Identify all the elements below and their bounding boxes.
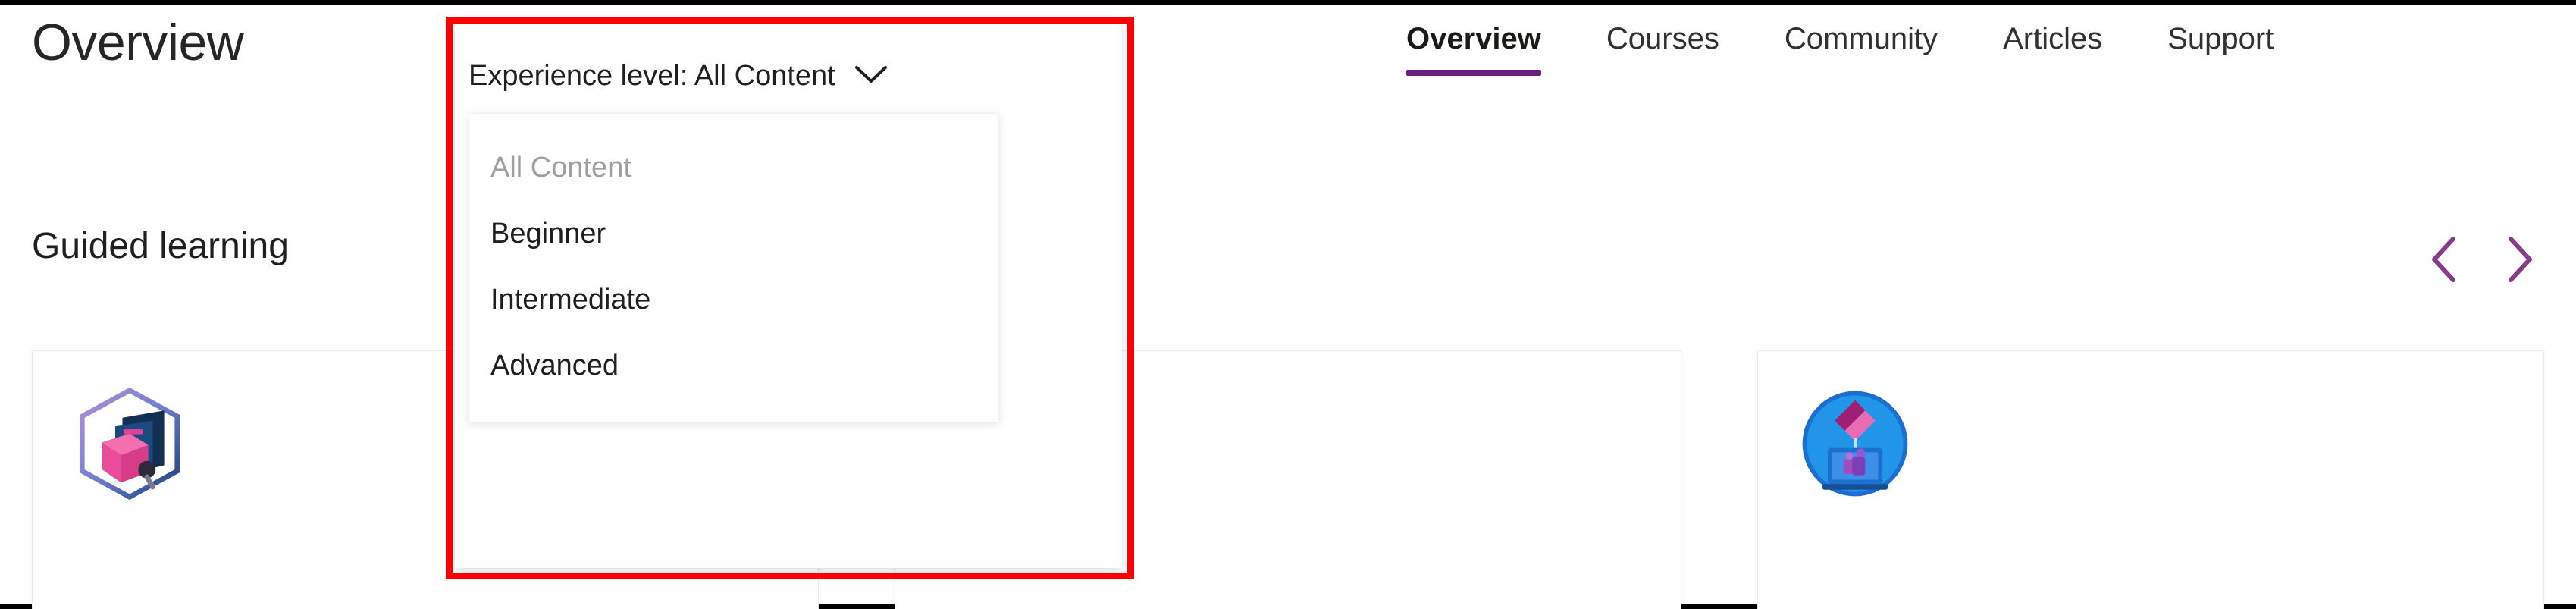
section-title-guided-learning: Guided learning: [32, 226, 289, 266]
hexagon-badge-cube-screens-icon: [72, 386, 187, 501]
experience-level-filter: Experience level: All Content All Conten…: [455, 22, 1122, 568]
carousel-prev-button[interactable]: [2417, 233, 2470, 286]
experience-level-option-intermediate[interactable]: Intermediate: [469, 267, 998, 333]
tab-support[interactable]: Support: [2167, 22, 2274, 76]
option-label: All Content: [490, 152, 631, 184]
tab-articles[interactable]: Articles: [2003, 22, 2102, 76]
tab-courses[interactable]: Courses: [1606, 22, 1719, 76]
experience-level-dropdown-button[interactable]: Experience level: All Content: [469, 60, 888, 93]
experience-level-option-all-content[interactable]: All Content: [469, 135, 998, 201]
chevron-right-icon: [2500, 233, 2538, 286]
tab-community-label: Community: [1784, 22, 1938, 55]
experience-level-dropdown-label: Experience level: All Content: [469, 60, 835, 92]
tab-overview[interactable]: Overview: [1406, 22, 1541, 76]
circle-badge-laptop-teams-icon: [1797, 386, 1913, 501]
tab-courses-label: Courses: [1606, 22, 1719, 55]
carousel-controls: [2417, 233, 2546, 286]
tab-articles-label: Articles: [2003, 22, 2103, 55]
primary-nav: Overview Courses Community Articles Supp…: [1406, 22, 2274, 76]
tab-community[interactable]: Community: [1785, 22, 1938, 76]
experience-level-option-advanced[interactable]: Advanced: [469, 333, 998, 399]
tab-overview-label: Overview: [1406, 22, 1541, 55]
guided-learning-card-list: [32, 350, 2546, 609]
chevron-left-icon: [2424, 233, 2462, 286]
filter-panel: Experience level: All Content All Conten…: [455, 22, 1122, 568]
option-label: Intermediate: [490, 284, 651, 315]
experience-level-option-beginner[interactable]: Beginner: [469, 201, 998, 267]
option-label: Beginner: [490, 218, 606, 250]
carousel-next-button[interactable]: [2493, 233, 2546, 286]
chevron-down-icon: [854, 60, 888, 93]
tab-support-label: Support: [2167, 22, 2274, 55]
app-root: Overview Overview Courses Community Arti…: [0, 0, 2576, 609]
guided-learning-card[interactable]: [1757, 350, 2544, 609]
option-label: Advanced: [490, 350, 619, 381]
page-title: Overview: [32, 14, 244, 71]
experience-level-option-list: All Content Beginner Intermediate Advanc…: [469, 113, 999, 422]
